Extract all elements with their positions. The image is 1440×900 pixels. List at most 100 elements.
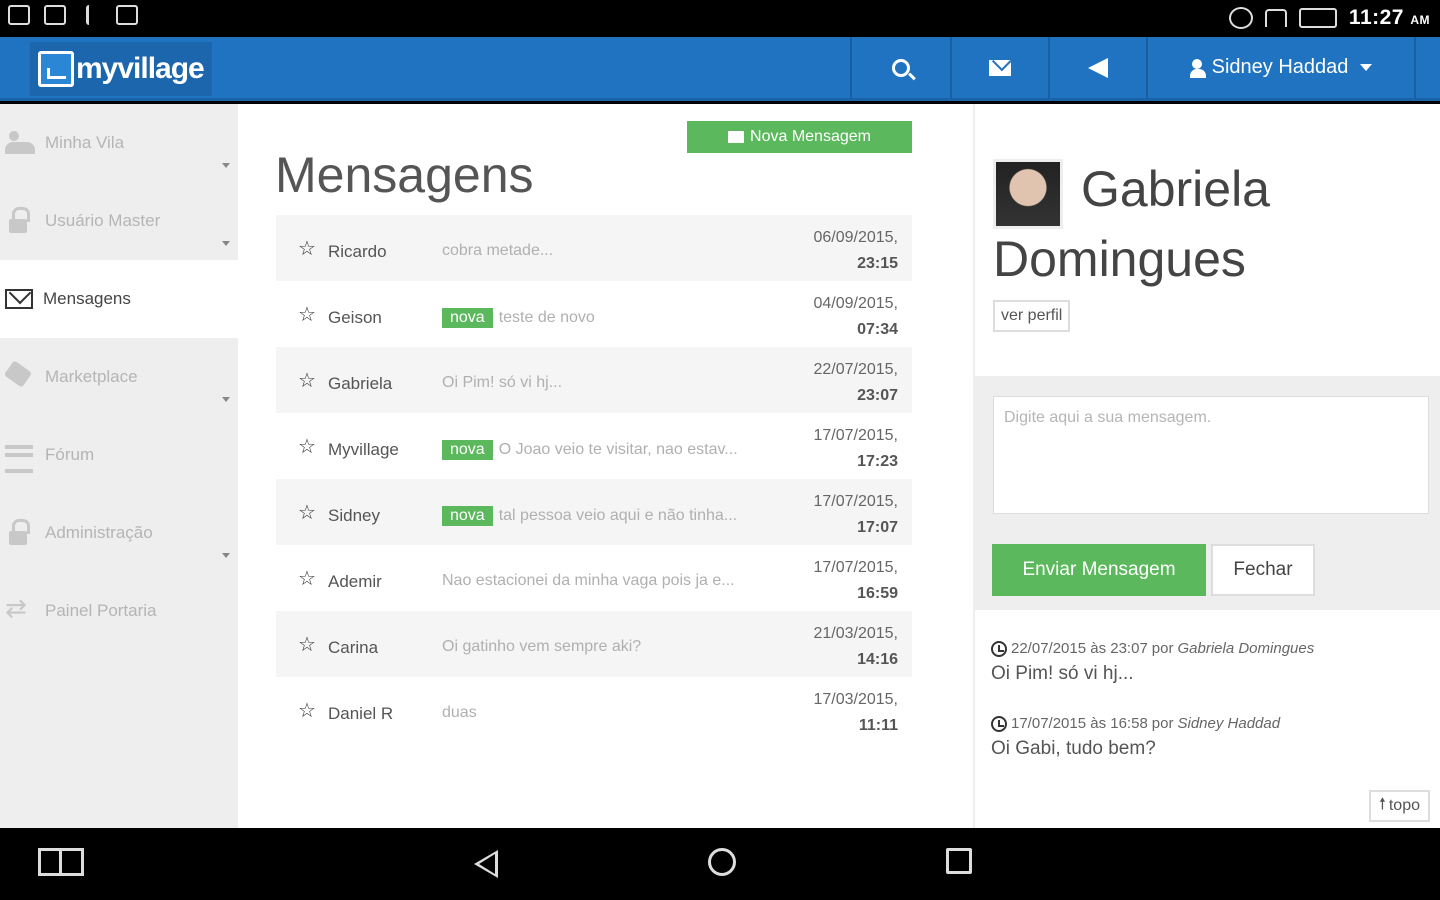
sidebar-item-minha-vila[interactable]: Minha Vila — [0, 104, 238, 182]
lock-icon — [5, 207, 35, 235]
back-to-top-label: topo — [1388, 797, 1420, 814]
star-icon[interactable]: ☆ — [298, 239, 316, 259]
messages-button[interactable] — [950, 37, 1048, 98]
star-icon[interactable]: ☆ — [298, 503, 316, 523]
caret-down-icon — [222, 241, 230, 246]
clock: 11:27 AM — [1349, 6, 1430, 30]
swap-icon — [5, 593, 35, 625]
message-date-time: 23:15 — [857, 255, 898, 272]
history-text: Oi Gabi, tudo bem? — [991, 738, 1156, 759]
search-button[interactable] — [850, 37, 950, 98]
forum-icon — [5, 441, 35, 473]
message-date-day: 06/09/2015, — [813, 229, 898, 246]
message-date-time: 17:07 — [857, 519, 898, 536]
sidebar-item-administracao[interactable]: Administração — [0, 494, 238, 572]
message-preview-text: O Joao veio te visitar, nao estav... — [498, 441, 738, 458]
sidebar-item-marketplace[interactable]: Marketplace — [0, 338, 238, 416]
main-content: Minha Vila Usuário Master Mensagens Mark… — [0, 104, 1440, 828]
new-badge: nova — [442, 506, 493, 526]
message-preview: nova teste de novo — [442, 308, 595, 328]
message-preview: Nao estacionei da minha vaga pois ja e..… — [442, 572, 735, 590]
message-date-time: 17:23 — [857, 453, 898, 470]
message-row[interactable]: ☆ Sidney nova tal pessoa veio aqui e não ti… — [276, 479, 912, 545]
message-row[interactable]: ☆ Daniel R duas 17/03/2015, 11:11 — [276, 677, 912, 743]
sidebar-item-mensagens[interactable]: Mensagens — [0, 260, 238, 338]
history-author: Sidney Haddad — [1177, 715, 1281, 732]
message-date-day: 04/09/2015, — [813, 295, 898, 312]
user-icon — [1189, 58, 1206, 78]
message-sender: Geison — [328, 308, 382, 327]
logo[interactable]: myvillage — [30, 42, 212, 96]
message-row[interactable]: ☆ Carina Oi gatinho vem sempre aki? 21/03/2… — [276, 611, 912, 677]
message-preview-text: duas — [442, 704, 477, 721]
sidebar-item-painel-portaria[interactable]: Painel Portaria — [0, 572, 238, 650]
send-message-button[interactable]: Enviar Mensagem — [992, 544, 1206, 596]
split-screen-icon[interactable] — [38, 848, 84, 876]
star-icon[interactable]: ☆ — [298, 701, 316, 721]
message-sender: Sidney — [328, 506, 380, 525]
announcements-button[interactable] — [1048, 37, 1146, 98]
star-icon[interactable]: ☆ — [298, 305, 316, 325]
briefcase-icon — [116, 5, 138, 25]
star-icon[interactable]: ☆ — [298, 635, 316, 655]
message-input[interactable] — [993, 396, 1429, 514]
star-icon[interactable]: ☆ — [298, 569, 316, 589]
sidebar-item-forum[interactable]: Fórum — [0, 416, 238, 494]
status-bar: 11:27 AM — [0, 0, 1440, 37]
star-icon[interactable]: ☆ — [298, 371, 316, 391]
message-row[interactable]: ☆ Ricardo cobra metade... 06/09/2015, 23:15 — [276, 215, 912, 281]
history-item: 22/07/2015 às 23:07 por Gabriela Domingu… — [991, 640, 1431, 685]
envelope-icon — [989, 59, 1011, 76]
new-badge: nova — [442, 440, 493, 460]
message-sender: Carina — [328, 638, 379, 657]
sidebar-item-label: Painel Portaria — [45, 601, 157, 620]
close-button[interactable]: Fechar — [1211, 544, 1315, 596]
new-message-label: Nova Mensagem — [750, 128, 871, 145]
new-message-button[interactable]: Nova Mensagem — [687, 121, 912, 153]
logo-icon — [38, 51, 74, 87]
message-preview: nova tal pessoa veio aqui e não tinha... — [442, 506, 737, 526]
message-row[interactable]: ☆ Geison nova teste de novo 04/09/2015, 07:34 — [276, 281, 912, 347]
message-sender: Myvillage — [328, 440, 399, 459]
sidebar-item-label: Minha Vila — [45, 133, 125, 152]
clock-time: 11:27 — [1348, 6, 1404, 29]
caret-down-icon — [222, 397, 230, 402]
back-icon[interactable] — [474, 850, 498, 878]
message-preview: nova O Joao veio te visitar, nao estav... — [442, 440, 738, 460]
message-preview: duas — [442, 704, 477, 722]
home-icon[interactable] — [708, 848, 736, 876]
star-icon[interactable]: ☆ — [298, 437, 316, 457]
sidebar-item-label: Marketplace — [45, 367, 138, 386]
history-item: 17/07/2015 às 16:58 por Sidney Haddad Oi… — [991, 715, 1431, 760]
recent-apps-icon[interactable] — [946, 848, 972, 874]
caret-down-icon — [1360, 64, 1373, 71]
message-sender: Gabriela — [328, 374, 393, 393]
wifi-icon — [1264, 9, 1287, 27]
view-profile-button[interactable]: ver perfil — [993, 300, 1071, 332]
user-menu-button[interactable]: Sidney Haddad — [1146, 37, 1416, 98]
back-to-top-button[interactable]: 🠕 topo — [1368, 790, 1430, 822]
message-date-day: 17/07/2015, — [813, 493, 898, 510]
usb-icon — [86, 5, 96, 25]
message-preview-text: tal pessoa veio aqui e não tinha... — [498, 507, 738, 524]
new-badge: nova — [442, 308, 493, 328]
clock-ampm: AM — [1410, 13, 1430, 27]
conversation-header: Gabriela Domingues ver perfil — [975, 104, 1440, 376]
message-date: 17/07/2015, 17:07 — [813, 489, 898, 541]
image-icon — [44, 5, 66, 25]
history-author: Gabriela Domingues — [1177, 640, 1315, 657]
message-row[interactable]: ☆ Myvillage nova O Joao veio te visitar, na… — [276, 413, 912, 479]
sidebar-item-label: Usuário Master — [45, 211, 161, 230]
message-preview: cobra metade... — [442, 242, 553, 260]
message-row[interactable]: ☆ Gabriela Oi Pim! só vi hj... 22/07/2015, 2… — [276, 347, 912, 413]
caret-down-icon — [222, 553, 230, 558]
megaphone-icon — [1088, 57, 1108, 78]
message-date: 17/07/2015, 16:59 — [813, 555, 898, 607]
sidebar-item-usuario-master[interactable]: Usuário Master — [0, 182, 238, 260]
history-by-label: por — [1151, 715, 1174, 732]
clock-icon — [991, 715, 1007, 732]
message-sender: Ricardo — [328, 242, 387, 261]
message-preview-text: cobra metade... — [442, 242, 554, 259]
message-row[interactable]: ☆ Ademir Nao estacionei da minha vaga pois… — [276, 545, 912, 611]
history-meta: 17/07/2015 às 16:58 por Sidney Haddad — [991, 715, 1431, 732]
